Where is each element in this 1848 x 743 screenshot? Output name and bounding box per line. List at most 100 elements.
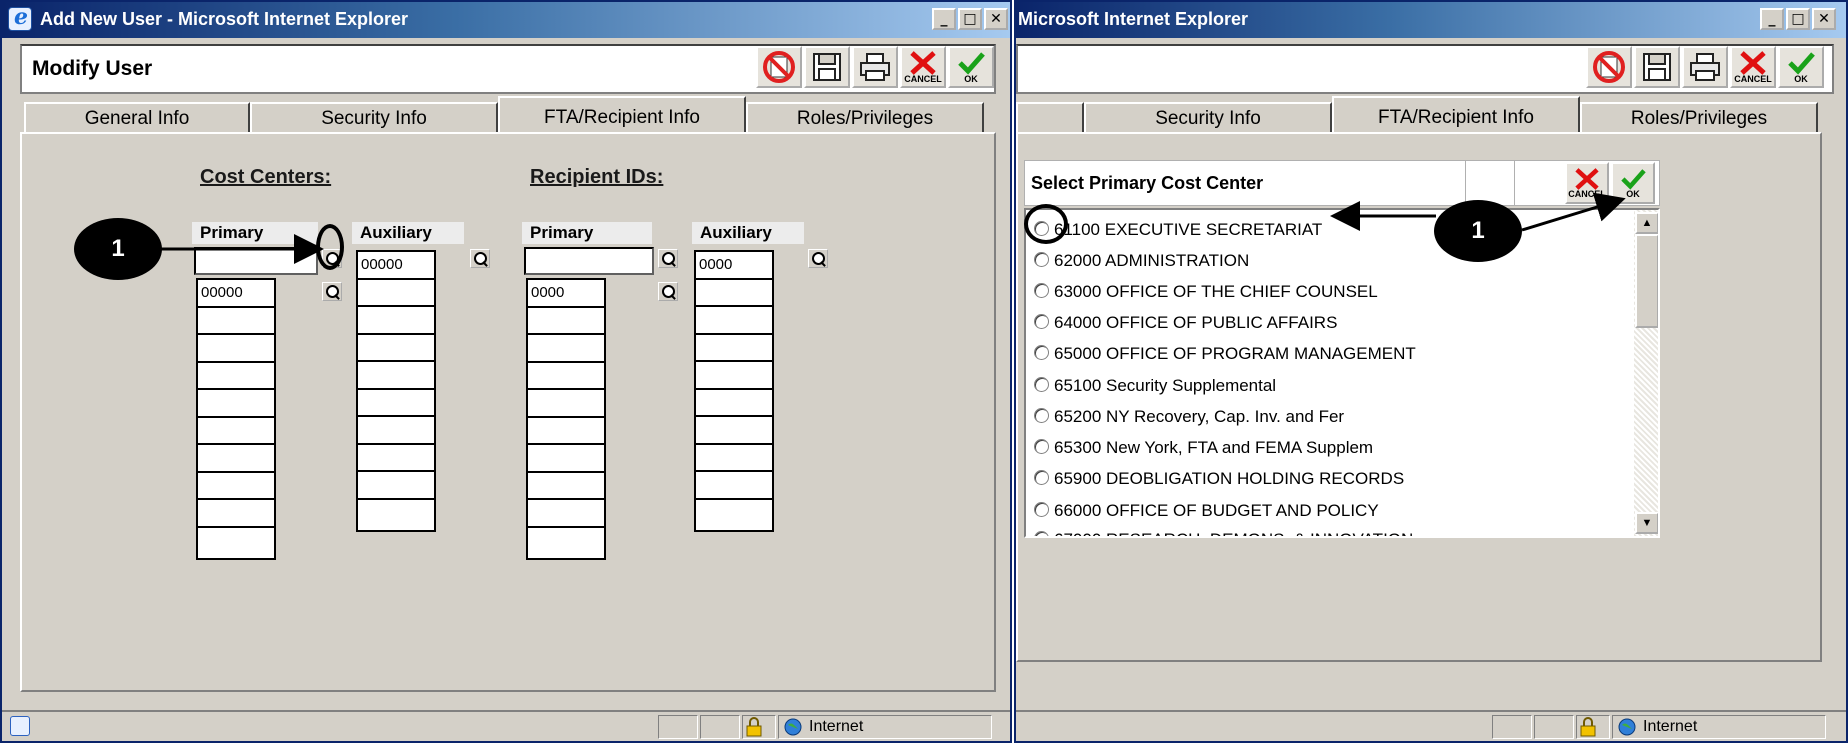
radio-button[interactable]: [1034, 531, 1049, 536]
cost-primary-input[interactable]: [194, 247, 318, 275]
cost-primary-extra-lookup-icon[interactable]: [322, 282, 342, 301]
recipient-primary-row[interactable]: [528, 418, 604, 445]
cost-primary-row[interactable]: [198, 335, 274, 363]
radio-button[interactable]: [1034, 502, 1049, 517]
radio-button[interactable]: [1034, 377, 1049, 392]
close-button[interactable]: ✕: [1812, 8, 1836, 30]
cost-auxiliary-row[interactable]: [358, 335, 434, 362]
radio-button[interactable]: [1034, 408, 1049, 423]
delete-button[interactable]: [1586, 46, 1632, 88]
cost-primary-row[interactable]: 00000: [198, 280, 274, 308]
radio-button[interactable]: [1034, 470, 1049, 485]
floppy-disk-icon: [1643, 53, 1671, 81]
scroll-down-button[interactable]: ▼: [1635, 512, 1658, 534]
recipient-auxiliary-row[interactable]: [696, 335, 772, 362]
cost-auxiliary-row[interactable]: 00000: [358, 252, 434, 280]
tab-fta-recipient-info[interactable]: FTA/Recipient Info: [1332, 96, 1580, 132]
save-button[interactable]: [1634, 46, 1680, 88]
cancel-button[interactable]: CANCEL: [1730, 46, 1776, 88]
list-item[interactable]: 61100 EXECUTIVE SECRETARIAT: [1034, 220, 1322, 240]
tab-general-info[interactable]: General Info: [24, 102, 250, 132]
recipient-auxiliary-row[interactable]: [696, 280, 772, 307]
dialog-cancel-button[interactable]: CANCEL: [1565, 162, 1609, 204]
minimize-button[interactable]: _: [1760, 8, 1784, 30]
tab-security-info[interactable]: Security Info: [250, 102, 498, 132]
cost-primary-row[interactable]: [198, 528, 274, 556]
cost-auxiliary-row[interactable]: [358, 472, 434, 500]
recipient-auxiliary-row[interactable]: [696, 472, 772, 500]
cost-primary-row[interactable]: [198, 363, 274, 390]
recipient-auxiliary-lookup-icon[interactable]: [808, 249, 828, 268]
maximize-button[interactable]: □: [958, 8, 982, 30]
recipient-primary-input[interactable]: [524, 247, 654, 275]
recipient-primary-lookup-icon[interactable]: [658, 249, 678, 268]
recipient-auxiliary-row[interactable]: [696, 445, 772, 472]
print-button[interactable]: [1682, 46, 1728, 88]
recipient-primary-row[interactable]: [528, 363, 604, 390]
recipient-primary-row[interactable]: [528, 390, 604, 418]
cost-auxiliary-row[interactable]: [358, 307, 434, 335]
recipient-primary-row[interactable]: [528, 308, 604, 335]
recipient-auxiliary-row[interactable]: [696, 307, 772, 335]
recipient-auxiliary-row[interactable]: [696, 500, 772, 528]
list-item[interactable]: 64000 OFFICE OF PUBLIC AFFAIRS: [1034, 313, 1337, 333]
recipient-primary-row[interactable]: [528, 473, 604, 500]
tab-roles-privileges[interactable]: Roles/Privileges: [746, 102, 984, 132]
scroll-thumb[interactable]: [1635, 234, 1658, 328]
list-item[interactable]: 67000 RESEARCH, DEMONS. & INNOVATION: [1034, 530, 1413, 536]
list-item[interactable]: 65300 New York, FTA and FEMA Supplem: [1034, 438, 1373, 458]
tab-fta-recipient-info[interactable]: FTA/Recipient Info: [498, 96, 746, 132]
cost-auxiliary-lookup-icon[interactable]: [470, 249, 490, 268]
delete-button[interactable]: [756, 46, 802, 88]
minimize-button[interactable]: _: [932, 8, 956, 30]
dialog-ok-button[interactable]: OK: [1611, 162, 1655, 204]
cost-primary-row[interactable]: [198, 500, 274, 528]
recipient-auxiliary-row[interactable]: 0000: [696, 252, 772, 280]
radio-button[interactable]: [1034, 314, 1049, 329]
cost-auxiliary-row[interactable]: [358, 390, 434, 417]
cost-auxiliary-row[interactable]: [358, 445, 434, 472]
cost-primary-row[interactable]: [198, 308, 274, 335]
ok-button[interactable]: OK: [1778, 46, 1824, 88]
list-item[interactable]: 63000 OFFICE OF THE CHIEF COUNSEL: [1034, 282, 1378, 302]
cost-auxiliary-row[interactable]: [358, 280, 434, 307]
list-item[interactable]: 65100 Security Supplemental: [1034, 376, 1276, 396]
recipient-primary-row[interactable]: 0000: [528, 280, 604, 308]
recipient-primary-extra-lookup-icon[interactable]: [658, 282, 678, 301]
radio-button[interactable]: [1034, 345, 1049, 360]
list-item[interactable]: 65000 OFFICE OF PROGRAM MANAGEMENT: [1034, 344, 1416, 364]
recipient-primary-row[interactable]: [528, 445, 604, 473]
cost-primary-row[interactable]: [198, 473, 274, 500]
save-button[interactable]: [804, 46, 850, 88]
tab-roles-privileges[interactable]: Roles/Privileges: [1580, 102, 1818, 132]
list-item[interactable]: 65200 NY Recovery, Cap. Inv. and Fer: [1034, 407, 1344, 427]
radio-button[interactable]: [1034, 283, 1049, 298]
cancel-button[interactable]: CANCEL: [900, 46, 946, 88]
list-item[interactable]: 66000 OFFICE OF BUDGET AND POLICY: [1034, 501, 1379, 521]
close-button[interactable]: ✕: [984, 8, 1008, 30]
cost-primary-row[interactable]: [198, 418, 274, 445]
print-button[interactable]: [852, 46, 898, 88]
recipient-primary-row[interactable]: [528, 500, 604, 528]
cost-auxiliary-row[interactable]: [358, 362, 434, 390]
recipient-auxiliary-row[interactable]: [696, 417, 772, 445]
cost-auxiliary-row[interactable]: [358, 500, 434, 528]
radio-button[interactable]: [1034, 252, 1049, 267]
cost-auxiliary-row[interactable]: [358, 417, 434, 445]
scroll-up-button[interactable]: ▲: [1635, 212, 1658, 234]
recipient-auxiliary-row[interactable]: [696, 390, 772, 417]
recipient-auxiliary-row[interactable]: [696, 362, 772, 390]
lock-icon: [1580, 717, 1596, 737]
ok-button[interactable]: OK: [948, 46, 994, 88]
fta-recipient-panel: Cost Centers: Primary Auxiliary 00000 00…: [20, 132, 996, 692]
recipient-primary-row[interactable]: [528, 335, 604, 363]
list-item[interactable]: 62000 ADMINISTRATION: [1034, 251, 1249, 271]
recipient-primary-row[interactable]: [528, 528, 604, 556]
cost-primary-row[interactable]: [198, 445, 274, 473]
tab-security-info[interactable]: Security Info: [1084, 102, 1332, 132]
maximize-button[interactable]: □: [1786, 8, 1810, 30]
list-item[interactable]: 65900 DEOBLIGATION HOLDING RECORDS: [1034, 469, 1404, 489]
radio-button[interactable]: [1034, 439, 1049, 454]
cost-primary-row[interactable]: [198, 390, 274, 418]
tab-partial[interactable]: [1016, 102, 1084, 132]
